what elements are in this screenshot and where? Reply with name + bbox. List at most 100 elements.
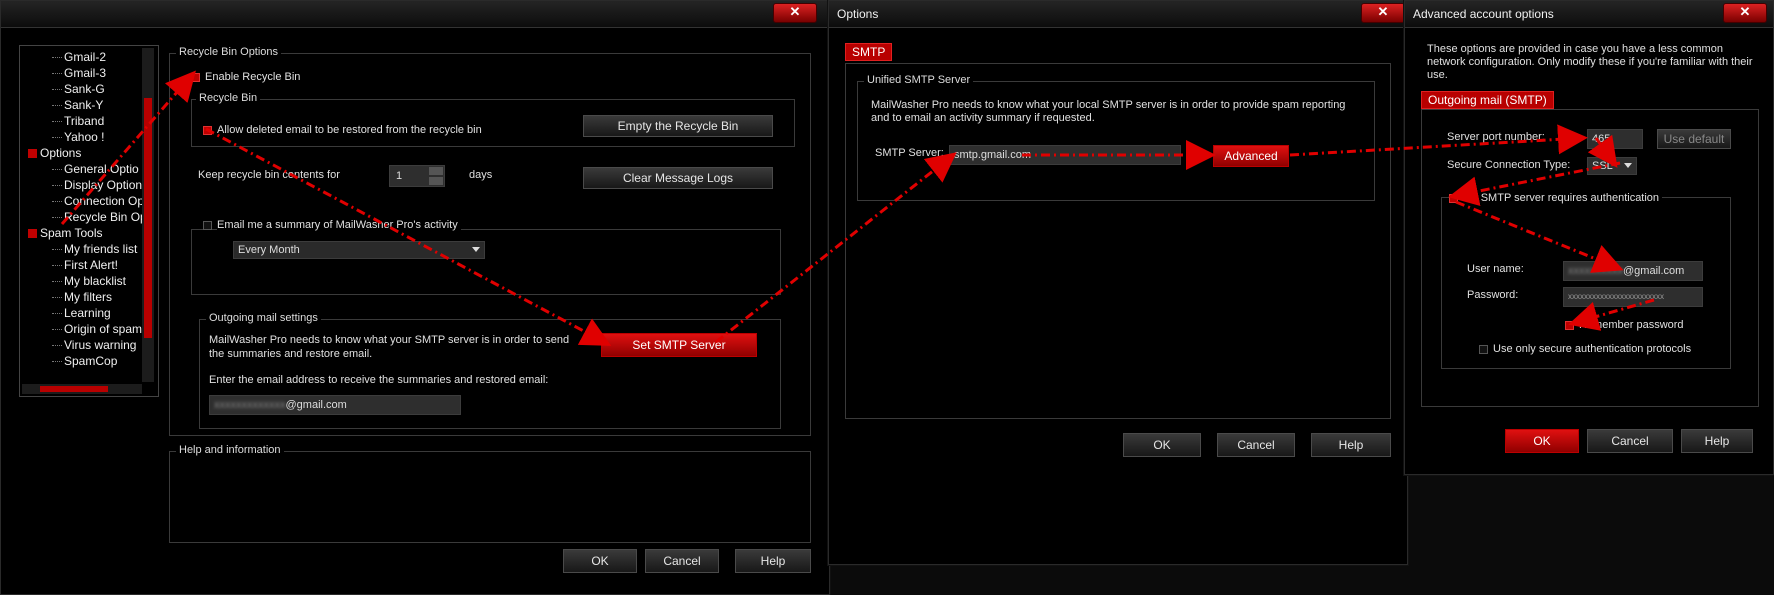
tree-item-label: My friends list [64,242,138,256]
window2-close-button[interactable]: ✕ [1361,3,1405,23]
window3-close-button[interactable]: ✕ [1723,3,1767,23]
window2-cancel-button[interactable]: Cancel [1217,433,1295,457]
tree-connector-icon [52,89,62,90]
email-summary-label: Email me a summary of MailWasher Pro's a… [217,219,461,231]
port-input[interactable]: 465 [1587,129,1643,149]
tree-item-label: Connection Op [64,194,145,208]
tree-item[interactable]: Connection Op [52,194,145,208]
tree-item-label: Gmail-3 [64,66,107,80]
window1-ok-button[interactable]: OK [563,549,637,573]
tree-item-label: Spam Tools [40,226,103,240]
tree-item[interactable]: General Optio [52,162,139,176]
tree-item-label: Gmail-2 [64,50,107,64]
tree-item-label: Sank-G [64,82,105,96]
tree-item[interactable]: Display Option [52,178,142,192]
outgoing-mail-tab[interactable]: Outgoing mail (SMTP) [1421,91,1554,109]
summary-email-blurred: xxxxxxxxxxxxx [214,399,286,411]
remember-password-checkbox[interactable] [1565,321,1574,330]
tree-item-label: Recycle Bin Op [64,210,147,224]
tree-item-label: Options [40,146,82,160]
email-summary-checkbox[interactable] [203,221,212,230]
tree-connector-icon [52,201,62,202]
use-default-button[interactable]: Use default [1657,129,1731,149]
enter-email-label: Enter the email address to receive the s… [209,374,549,386]
window3-title: Advanced account options [1413,7,1554,21]
secure-type-value: SSL [1592,160,1613,172]
tree-item[interactable]: Sank-Y [52,98,104,112]
username-input[interactable]: xxxxxxxxxx@gmail.com [1563,261,1703,281]
spin-down-icon[interactable] [429,177,443,185]
window1-close-button[interactable]: ✕ [773,3,817,23]
tree-item[interactable]: Gmail-3 [52,66,107,80]
tree-item[interactable]: Origin of spam [52,322,143,336]
tree-item[interactable]: Recycle Bin Op [52,210,147,224]
outgoing-mail-label: Outgoing mail settings [206,312,321,324]
tree-item[interactable]: First Alert! [52,258,118,272]
enable-recycle-checkbox[interactable] [191,73,200,82]
tree-item[interactable]: SpamCop [52,354,117,368]
tree-connector-icon [52,73,62,74]
window3-cancel-button[interactable]: Cancel [1587,429,1673,453]
tree-item[interactable]: Sank-G [52,82,105,96]
tree-item-label: Sank-Y [64,98,104,112]
allow-restore-checkbox[interactable] [203,126,212,135]
tree-item-label: Origin of spam [64,322,143,336]
tree-vscrollbar[interactable] [142,48,154,382]
collapse-icon[interactable] [28,229,37,239]
tree-hscroll-thumb[interactable] [40,386,108,392]
window2-titlebar: Options ✕ [829,1,1407,28]
auth-required-checkbox[interactable] [1449,194,1458,203]
smtp-tab[interactable]: SMTP [845,43,893,61]
tree-connector-icon [52,137,62,138]
tree-item[interactable]: Virus warning [52,338,137,352]
tree-hscrollbar[interactable] [22,384,142,394]
tree-connector-icon [52,281,62,282]
secure-type-select[interactable]: SSL [1587,157,1637,175]
tree-item[interactable]: My filters [52,290,112,304]
window2-ok-button[interactable]: OK [1123,433,1201,457]
options-tree: Gmail-2 Gmail-3 Sank-G Sank-Y Triband Yahoo !… [19,45,159,397]
clear-message-logs-button[interactable]: Clear Message Logs [583,167,773,189]
window1-cancel-button[interactable]: Cancel [645,549,719,573]
tree-item[interactable]: Options [28,146,81,160]
tree-item-label: Virus warning [64,338,137,352]
spin-up-icon[interactable] [429,167,443,175]
tree-item[interactable]: Spam Tools [28,226,102,240]
tree-item[interactable]: Triband [52,114,104,128]
window2-help-button[interactable]: Help [1311,433,1391,457]
tree-connector-icon [52,105,62,106]
secure-type-label: Secure Connection Type: [1447,159,1571,171]
tree-vscroll-thumb[interactable] [144,98,152,338]
tree-connector-icon [52,121,62,122]
frequency-select[interactable]: Every Month [233,241,485,259]
tree-item-label: Yahoo ! [64,130,105,144]
tree-connector-icon [52,297,62,298]
tree-connector-icon [52,169,62,170]
tree-connector-icon [52,265,62,266]
password-input[interactable]: xxxxxxxxxxxxxxxxxxxxxxxx [1563,287,1703,307]
collapse-icon[interactable] [28,149,37,159]
summary-email-input[interactable]: xxxxxxxxxxxxx@gmail.com [209,395,461,415]
set-smtp-server-button[interactable]: Set SMTP Server [601,333,757,357]
window3-ok-button[interactable]: OK [1505,429,1579,453]
tree-item[interactable]: Yahoo ! [52,130,105,144]
port-label: Server port number: [1447,131,1545,143]
outgoing-desc-line1: MailWasher Pro needs to know what your S… [209,334,570,346]
smtp-server-input[interactable]: smtp.gmail.com [949,145,1181,165]
keep-contents-label: Keep recycle bin contents for [198,169,340,181]
empty-recycle-button[interactable]: Empty the Recycle Bin [583,115,773,137]
keep-days-spinner[interactable] [429,167,443,185]
secure-only-checkbox[interactable] [1479,345,1488,354]
username-label: User name: [1467,263,1524,275]
tree-item[interactable]: Learning [52,306,111,320]
advanced-desc-line1: These options are provided in case you h… [1427,43,1723,55]
window1-help-button[interactable]: Help [735,549,811,573]
tree-connector-icon [52,185,62,186]
window3-help-button[interactable]: Help [1681,429,1753,453]
tree-item[interactable]: Gmail-2 [52,50,107,64]
secure-only-label: Use only secure authentication protocols [1493,343,1692,355]
tree-item[interactable]: My blacklist [52,274,126,288]
advanced-button[interactable]: Advanced [1213,145,1289,167]
tree-item[interactable]: My friends list [52,242,138,256]
days-label: days [469,169,493,181]
